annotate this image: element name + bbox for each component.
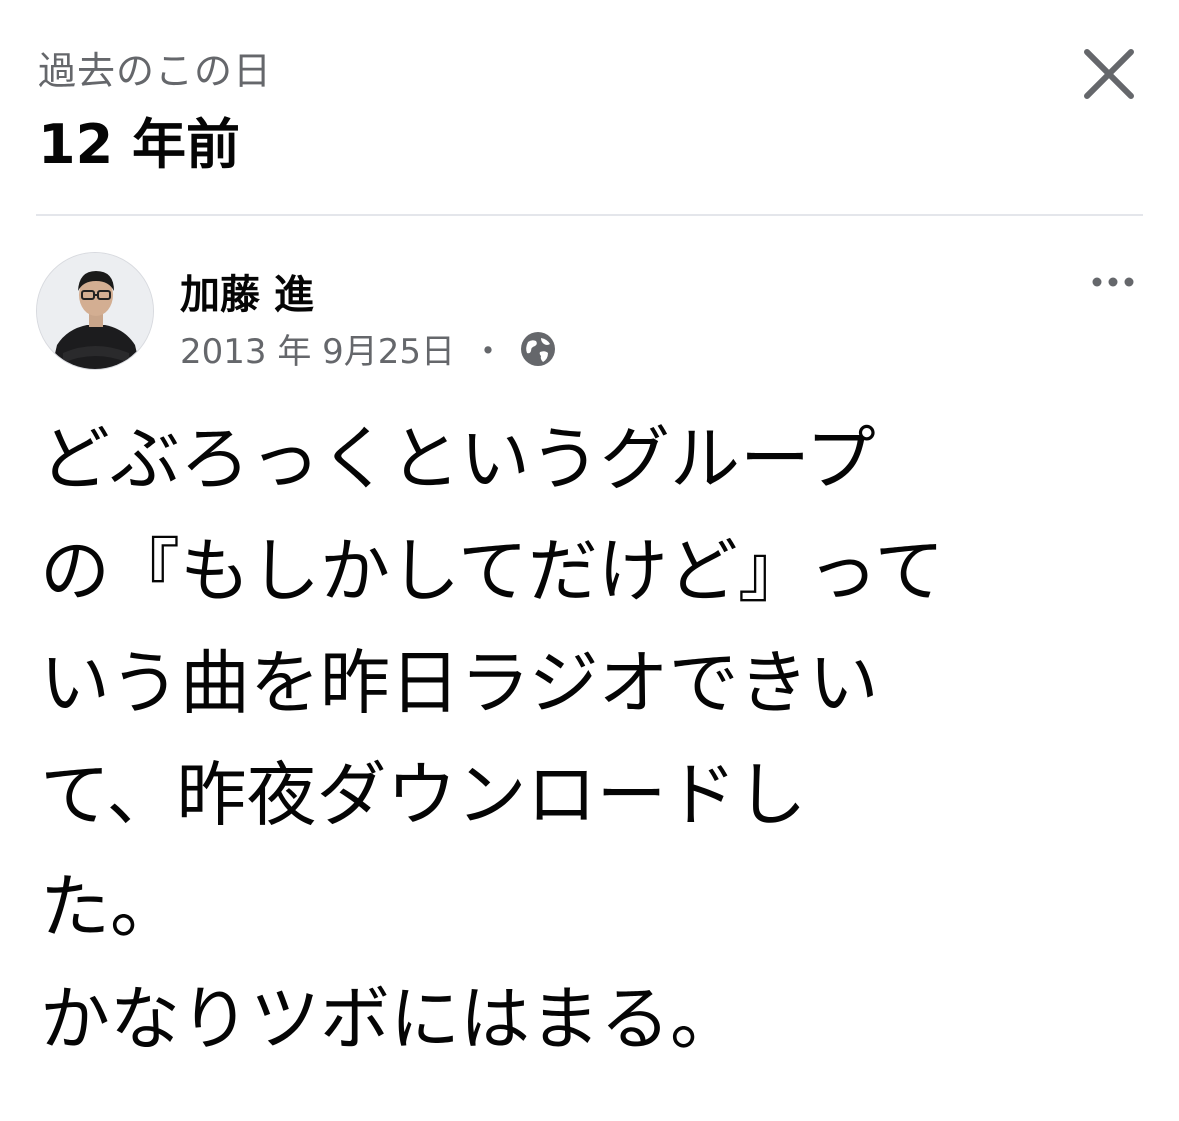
- more-dots-icon: [1092, 277, 1134, 287]
- header-divider: [36, 214, 1143, 216]
- author-name[interactable]: 加藤 進: [180, 262, 314, 320]
- close-button[interactable]: [1077, 42, 1141, 106]
- post-meta: 2013 年 9月25日 ・: [180, 324, 557, 373]
- post-date[interactable]: 2013 年 9月25日: [180, 324, 455, 373]
- header-title: 12 年前: [38, 113, 240, 176]
- post-text-line: の『もしかしてだけど』って: [40, 530, 945, 612]
- profile-photo: [37, 253, 153, 369]
- header-subtitle: 過去のこの日: [38, 49, 273, 93]
- close-icon: [1084, 49, 1134, 99]
- more-options-button[interactable]: [1083, 262, 1143, 302]
- globe-icon: [519, 330, 557, 368]
- post-header: 加藤 進 2013 年 9月25日 ・: [36, 252, 1143, 372]
- post-text-line: かなりツボにはまる。: [40, 978, 740, 1060]
- avatar[interactable]: [36, 252, 154, 370]
- meta-separator: ・: [471, 332, 506, 372]
- post-text: どぶろっくというグループ の『もしかしてだけど』って いう曲を昨日ラジオできい …: [40, 403, 1140, 1075]
- post-text-line: た。: [40, 866, 180, 948]
- post-text-line: いう曲を昨日ラジオできい: [40, 642, 879, 724]
- memories-header: 過去のこの日 12 年前: [38, 36, 1141, 186]
- post-text-line: どぶろっくというグループ: [40, 418, 876, 500]
- post-text-line: て、昨夜ダウンロードし: [40, 754, 807, 836]
